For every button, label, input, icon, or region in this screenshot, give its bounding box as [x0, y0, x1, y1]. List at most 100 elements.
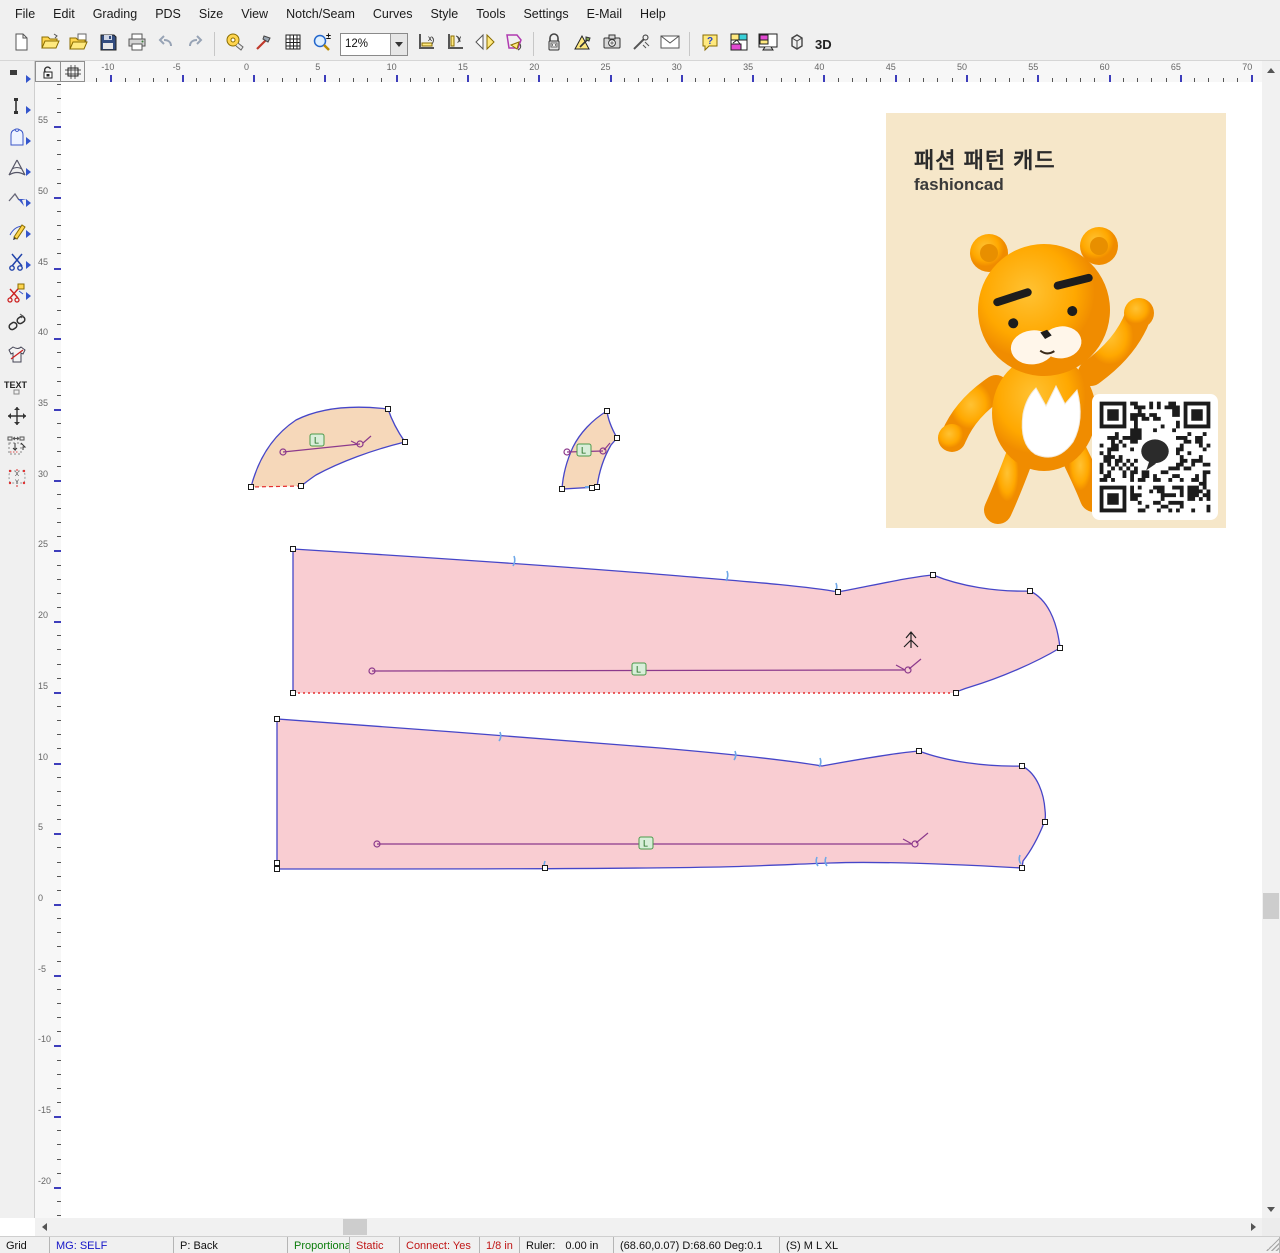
menu-email[interactable]: E-Mail — [578, 3, 631, 25]
toolbar-separator — [689, 32, 690, 56]
pattern-draft-tool-button[interactable] — [1, 125, 32, 154]
menu-tools[interactable]: Tools — [467, 3, 514, 25]
menu-view[interactable]: View — [232, 3, 277, 25]
folder-pattern-icon — [69, 32, 89, 57]
ruler-origin-button[interactable] — [60, 61, 85, 82]
rotate-icon — [503, 31, 525, 58]
snapshot-button[interactable] — [597, 30, 626, 58]
menu-style[interactable]: Style — [421, 3, 467, 25]
flip-y-icon: y — [445, 31, 467, 58]
vertical-scrollbar[interactable] — [1262, 61, 1280, 1218]
save-floppy-icon — [98, 32, 118, 57]
scale-xy-tool-button[interactable]: XY — [1, 466, 32, 495]
toolbar-separator — [533, 32, 534, 56]
drawing-canvas[interactable]: L L — [61, 82, 1262, 1218]
dart-icon — [6, 188, 28, 215]
menu-notch-seam[interactable]: Notch/Seam — [277, 3, 364, 25]
menu-size[interactable]: Size — [190, 3, 232, 25]
shirt-icon — [6, 343, 28, 370]
grid-table-button[interactable] — [278, 30, 307, 58]
measure-tape-button[interactable] — [220, 30, 249, 58]
display-window-button[interactable] — [753, 30, 782, 58]
menu-grading[interactable]: Grading — [84, 3, 146, 25]
3d-label: 3D — [815, 37, 832, 52]
zoom-level-combo[interactable]: 12% — [340, 33, 408, 56]
copy-offset-tool-button[interactable] — [1, 435, 32, 464]
link-tool-button[interactable] — [1, 311, 32, 340]
open-button[interactable] — [35, 30, 64, 58]
banner-title: 패션 패턴 캐드 — [914, 143, 1056, 175]
pattern-piece-sleeve-lower[interactable]: L — [276, 719, 1046, 870]
redo-icon — [185, 32, 205, 57]
tape-measure-icon — [225, 32, 245, 57]
flip-y-button[interactable]: y — [441, 30, 470, 58]
print-icon — [127, 32, 147, 57]
open-pattern-button[interactable] — [64, 30, 93, 58]
cut-seam-tool-button[interactable] — [1, 280, 32, 309]
pencil-curve-tool-button[interactable] — [1, 218, 32, 247]
move-tool-button[interactable] — [1, 404, 32, 433]
tool-palette: TEXT XY — [0, 61, 35, 1218]
3d-view-button[interactable] — [782, 30, 811, 58]
repair-tool-button[interactable] — [568, 30, 597, 58]
flyout-arrow-icon — [26, 75, 31, 83]
email-button[interactable] — [655, 30, 684, 58]
menu-settings[interactable]: Settings — [514, 3, 577, 25]
toolbar: ± 12% x y ? 3D — [0, 28, 1280, 61]
scissors-tool-button[interactable] — [1, 249, 32, 278]
vertical-scroll-thumb[interactable] — [1263, 893, 1279, 919]
scroll-up-button[interactable] — [1262, 61, 1280, 79]
flare-tool-button[interactable] — [1, 156, 32, 185]
help-icon: ? — [700, 32, 720, 57]
lock-button[interactable] — [539, 30, 568, 58]
save-button[interactable] — [93, 30, 122, 58]
menu-help[interactable]: Help — [631, 3, 675, 25]
menu-file[interactable]: File — [6, 3, 44, 25]
menu-curves[interactable]: Curves — [364, 3, 422, 25]
status-proportional: Proportional — [288, 1237, 350, 1253]
redo-button[interactable] — [180, 30, 209, 58]
pattern-piece-collar-left[interactable]: L — [251, 407, 405, 487]
flip-x-button[interactable]: x — [412, 30, 441, 58]
zoom-button[interactable]: ± — [307, 30, 336, 58]
status-sizes: (S) M L XL — [780, 1237, 1280, 1253]
menu-pds[interactable]: PDS — [146, 3, 190, 25]
pattern-piece-collar-right[interactable]: L — [562, 411, 617, 489]
select-tool-button[interactable] — [1, 63, 32, 92]
qr-code — [1092, 394, 1218, 520]
rotate-piece-button[interactable] — [499, 30, 528, 58]
garment-tool-button[interactable] — [1, 342, 32, 371]
pds-window-button[interactable] — [724, 30, 753, 58]
text-tool-icon: TEXT — [2, 374, 32, 401]
inspect-tool-button[interactable] — [626, 30, 655, 58]
mirror-button[interactable] — [470, 30, 499, 58]
status-merge-group: MG: SELF — [50, 1237, 174, 1253]
horizontal-scrollbar[interactable] — [35, 1218, 1262, 1236]
ruler-lock-toggle[interactable] — [35, 61, 61, 82]
zoom-combo-dropdown-button[interactable] — [390, 34, 407, 55]
status-static: Static — [350, 1237, 400, 1253]
scale-xy-icon: XY — [5, 466, 29, 495]
horizontal-scroll-thumb[interactable] — [343, 1219, 367, 1235]
help-button[interactable]: ? — [695, 30, 724, 58]
scroll-left-button[interactable] — [35, 1218, 53, 1236]
menu-edit[interactable]: Edit — [44, 3, 84, 25]
dart-tool-button[interactable] — [1, 187, 32, 216]
print-button[interactable] — [122, 30, 151, 58]
svg-text:L: L — [643, 839, 648, 849]
status-ruler-value: 0.00 in — [565, 1240, 598, 1252]
cut-seam-icon — [6, 281, 28, 308]
scroll-right-button[interactable] — [1244, 1218, 1262, 1236]
resize-grip-icon[interactable] — [1266, 1238, 1279, 1251]
new-document-button[interactable] — [6, 30, 35, 58]
move-arrows-icon — [6, 405, 28, 432]
tools-hammer-button[interactable] — [249, 30, 278, 58]
status-ruler-label: Ruler: — [526, 1240, 555, 1252]
text-tool-button[interactable]: TEXT — [1, 373, 32, 402]
point-line-tool-button[interactable] — [1, 94, 32, 123]
status-grid: Grid — [0, 1237, 50, 1253]
undo-button[interactable] — [151, 30, 180, 58]
status-unit: 1/8 in — [480, 1237, 520, 1253]
pattern-piece-sleeve-upper[interactable]: L — [293, 549, 1060, 693]
scroll-down-button[interactable] — [1262, 1200, 1280, 1218]
